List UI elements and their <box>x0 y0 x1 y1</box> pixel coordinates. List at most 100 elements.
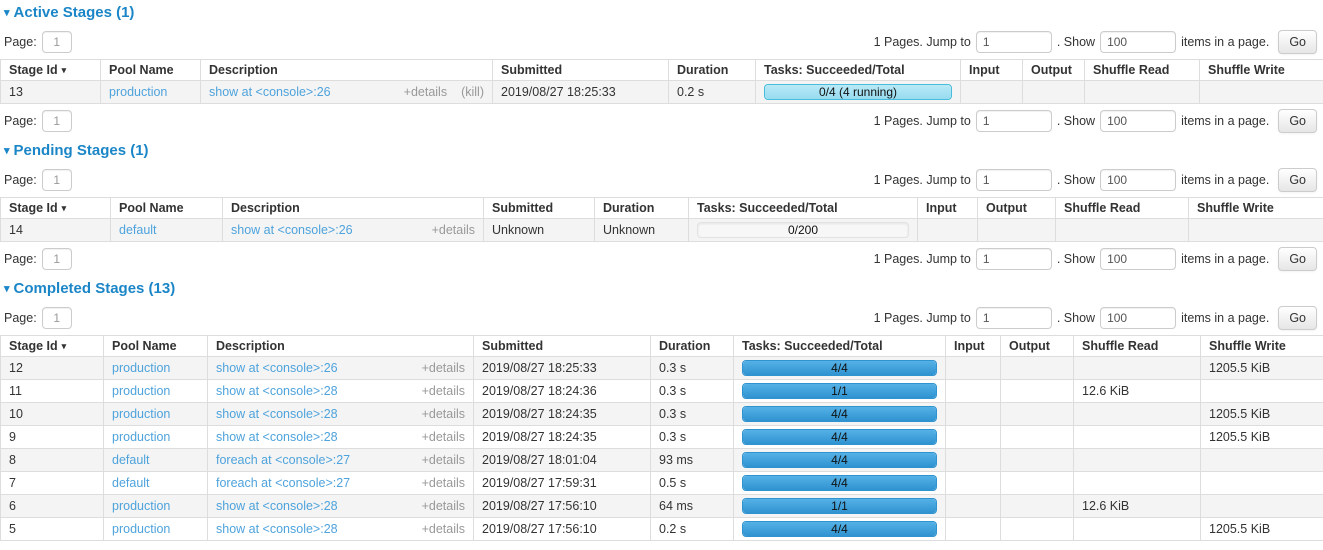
show-label: . Show <box>1057 35 1095 49</box>
column-header-input[interactable]: Input <box>946 336 1001 357</box>
pool-name-link[interactable]: production <box>112 407 170 421</box>
column-header-tasks[interactable]: Tasks: Succeeded/Total <box>756 60 961 81</box>
tasks-progress-bar: 1/1 <box>742 383 937 399</box>
jump-to-page-input[interactable] <box>976 110 1052 132</box>
go-button[interactable]: Go <box>1278 168 1317 192</box>
column-header-input[interactable]: Input <box>961 60 1023 81</box>
page-size-input[interactable] <box>1100 31 1176 53</box>
go-button[interactable]: Go <box>1278 306 1317 330</box>
stage-description-link[interactable]: foreach at <console>:27 <box>216 453 422 467</box>
column-header-label: Description <box>231 201 300 215</box>
page-size-input[interactable] <box>1100 110 1176 132</box>
description-cell: show at <console>:26+details <box>208 357 474 380</box>
details-toggle[interactable]: +details <box>422 499 465 513</box>
column-header-description[interactable]: Description <box>208 336 474 357</box>
column-header-pool[interactable]: Pool Name <box>104 336 208 357</box>
column-header-output[interactable]: Output <box>978 198 1056 219</box>
column-header-output[interactable]: Output <box>1023 60 1085 81</box>
column-header-shuffle-read[interactable]: Shuffle Read <box>1074 336 1201 357</box>
details-toggle[interactable]: +details <box>422 384 465 398</box>
column-header-tasks[interactable]: Tasks: Succeeded/Total <box>734 336 946 357</box>
jump-to-page-input[interactable] <box>976 31 1052 53</box>
progress-label: 4/4 <box>743 453 936 468</box>
details-toggle[interactable]: +details <box>422 453 465 467</box>
page-number-input[interactable] <box>42 248 72 270</box>
section-header-completed-stages[interactable]: ▾Completed Stages (13) <box>0 276 1323 301</box>
page-number-input[interactable] <box>42 110 72 132</box>
pool-name-link[interactable]: production <box>112 430 170 444</box>
pool-name-link[interactable]: default <box>112 453 150 467</box>
go-button[interactable]: Go <box>1278 30 1317 54</box>
go-button[interactable]: Go <box>1278 247 1317 271</box>
details-toggle[interactable]: +details <box>422 522 465 536</box>
details-toggle[interactable]: +details <box>422 361 465 375</box>
column-header-label: Input <box>926 201 957 215</box>
column-header-pool[interactable]: Pool Name <box>101 60 201 81</box>
stage-id-cell: 14 <box>1 219 111 242</box>
stage-description-link[interactable]: show at <console>:28 <box>216 522 422 536</box>
page-size-input[interactable] <box>1100 307 1176 329</box>
stage-description-link[interactable]: show at <console>:26 <box>209 85 404 99</box>
column-header-submitted[interactable]: Submitted <box>484 198 595 219</box>
pool-name-link[interactable]: production <box>112 522 170 536</box>
pool-name-link[interactable]: production <box>112 499 170 513</box>
go-button[interactable]: Go <box>1278 109 1317 133</box>
pool-name-link[interactable]: production <box>112 384 170 398</box>
section-header-active-stages[interactable]: ▾Active Stages (1) <box>0 0 1323 25</box>
page-number-input[interactable] <box>42 31 72 53</box>
column-header-label: Shuffle Read <box>1064 201 1140 215</box>
column-header-duration[interactable]: Duration <box>669 60 756 81</box>
details-toggle[interactable]: +details <box>422 476 465 490</box>
pagination-bar: Page:1 Pages. Jump to. Showitems in a pa… <box>0 104 1323 138</box>
shuffle-write-cell: 1205.5 KiB <box>1201 357 1323 380</box>
pool-name-link[interactable]: production <box>112 361 170 375</box>
progress-label: 4/4 <box>743 407 936 422</box>
column-header-submitted[interactable]: Submitted <box>474 336 651 357</box>
details-toggle[interactable]: +details <box>422 430 465 444</box>
stage-row: 14defaultshow at <console>:26+detailsUnk… <box>1 219 1323 242</box>
column-header-shuffle-write[interactable]: Shuffle Write <box>1201 336 1323 357</box>
details-toggle[interactable]: +details <box>404 85 447 99</box>
column-header-duration[interactable]: Duration <box>595 198 689 219</box>
column-header-submitted[interactable]: Submitted <box>493 60 669 81</box>
details-toggle[interactable]: +details <box>422 407 465 421</box>
stage-description-link[interactable]: show at <console>:28 <box>216 430 422 444</box>
page-size-input[interactable] <box>1100 248 1176 270</box>
page-number-input[interactable] <box>42 169 72 191</box>
jump-to-page-input[interactable] <box>976 248 1052 270</box>
stage-description-link[interactable]: show at <console>:26 <box>216 361 422 375</box>
column-header-output[interactable]: Output <box>1001 336 1074 357</box>
column-header-stage-id[interactable]: Stage Id▾ <box>1 60 101 81</box>
stage-description-link[interactable]: show at <console>:28 <box>216 407 422 421</box>
stage-row: 9productionshow at <console>:28+details2… <box>1 426 1323 449</box>
column-header-pool[interactable]: Pool Name <box>111 198 223 219</box>
column-header-stage-id[interactable]: Stage Id▾ <box>1 198 111 219</box>
tasks-cell: 4/4 <box>734 426 946 449</box>
stage-description-link[interactable]: show at <console>:26 <box>231 223 432 237</box>
stage-description-link[interactable]: show at <console>:28 <box>216 499 422 513</box>
pool-name-link[interactable]: default <box>112 476 150 490</box>
column-header-shuffle-write[interactable]: Shuffle Write <box>1200 60 1323 81</box>
stage-description-link[interactable]: show at <console>:28 <box>216 384 422 398</box>
column-header-tasks[interactable]: Tasks: Succeeded/Total <box>689 198 918 219</box>
pool-name-link[interactable]: default <box>119 223 157 237</box>
kill-link[interactable]: (kill) <box>461 85 484 99</box>
column-header-shuffle-read[interactable]: Shuffle Read <box>1085 60 1200 81</box>
jump-to-page-input[interactable] <box>976 307 1052 329</box>
column-header-description[interactable]: Description <box>201 60 493 81</box>
pool-name-link[interactable]: production <box>109 85 167 99</box>
column-header-stage-id[interactable]: Stage Id▾ <box>1 336 104 357</box>
shuffle-write-cell <box>1189 219 1323 242</box>
column-header-description[interactable]: Description <box>223 198 484 219</box>
stage-description-link[interactable]: foreach at <console>:27 <box>216 476 422 490</box>
column-header-shuffle-write[interactable]: Shuffle Write <box>1189 198 1323 219</box>
column-header-input[interactable]: Input <box>918 198 978 219</box>
column-header-shuffle-read[interactable]: Shuffle Read <box>1056 198 1189 219</box>
page-size-input[interactable] <box>1100 169 1176 191</box>
details-toggle[interactable]: +details <box>432 223 475 237</box>
jump-to-page-input[interactable] <box>976 169 1052 191</box>
column-header-duration[interactable]: Duration <box>651 336 734 357</box>
submitted-cell: 2019/08/27 18:25:33 <box>493 81 669 104</box>
page-number-input[interactable] <box>42 307 72 329</box>
section-header-pending-stages[interactable]: ▾Pending Stages (1) <box>0 138 1323 163</box>
